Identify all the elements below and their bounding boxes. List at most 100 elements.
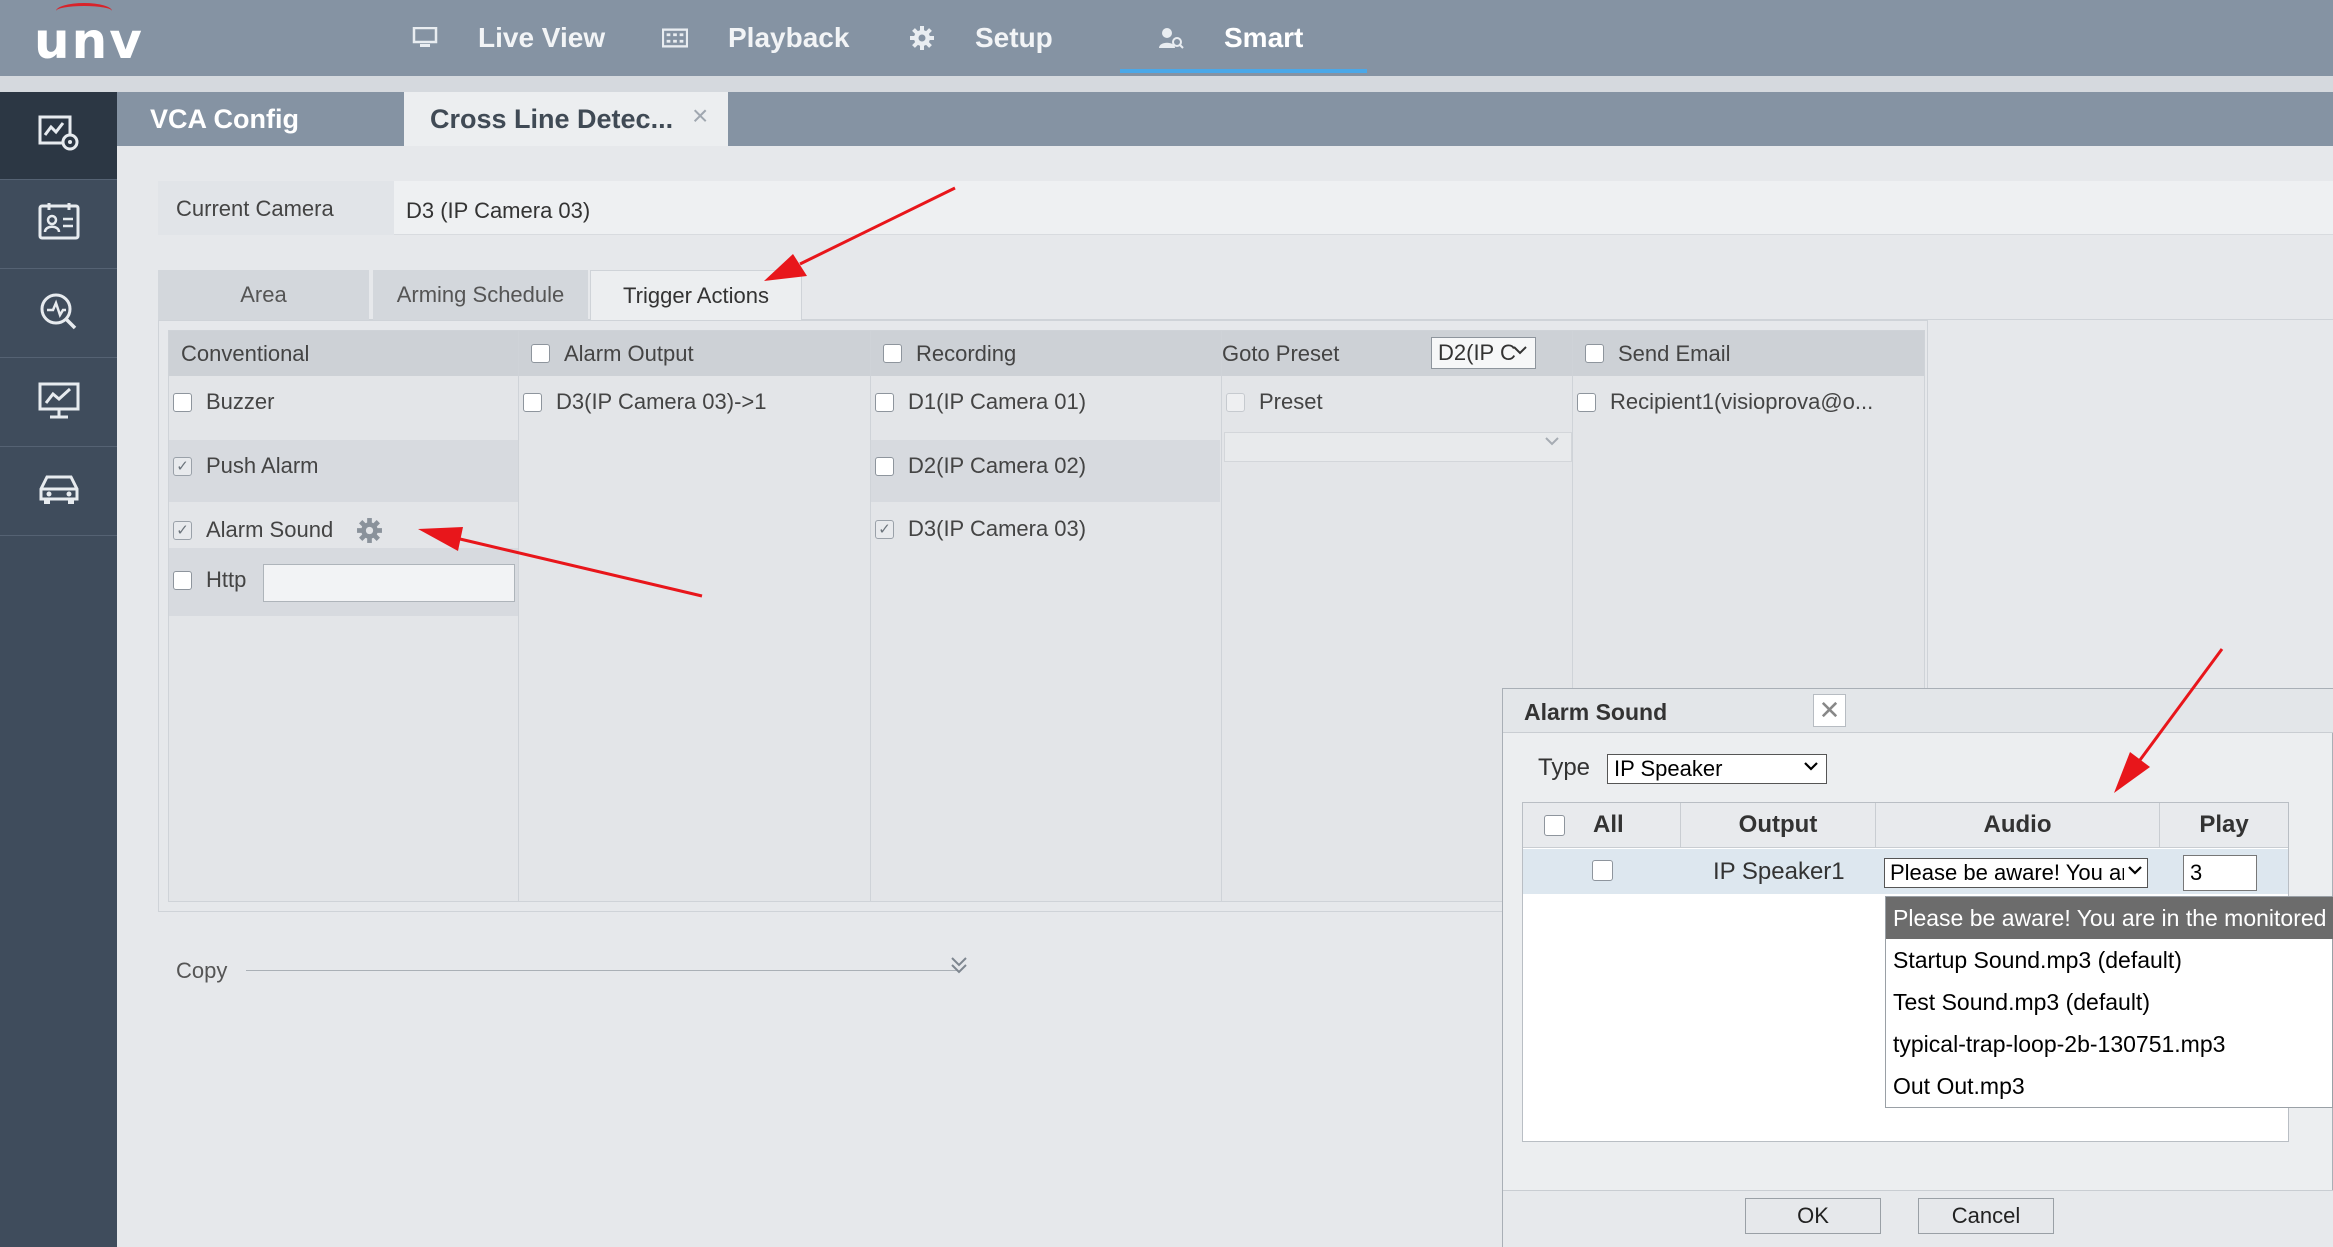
preset-option[interactable]: Preset	[1226, 387, 1323, 417]
dropdown-option[interactable]: Test Sound.mp3 (default)	[1886, 981, 2333, 1023]
conventional-header: Conventional	[169, 331, 518, 376]
current-camera-value: D3 (IP Camera 03)	[406, 198, 591, 223]
active-nav-underline	[1120, 69, 1367, 73]
close-tab-icon[interactable]: ×	[692, 100, 708, 132]
subtab-arming-schedule[interactable]: Arming Schedule	[373, 270, 588, 320]
header-audio: Audio	[1876, 803, 2160, 848]
preset-select[interactable]	[1224, 432, 1572, 462]
chevron-down-icon	[2124, 861, 2144, 884]
conventional-header-label: Conventional	[181, 340, 310, 366]
alarm-output-item[interactable]: D3(IP Camera 03)->1	[523, 387, 767, 417]
dropdown-option[interactable]: Startup Sound.mp3 (default)	[1886, 939, 2333, 981]
nav-label: Setup	[975, 22, 1053, 53]
sidebar-item-vehicle[interactable]	[0, 448, 117, 536]
cancel-button[interactable]: Cancel	[1918, 1198, 2054, 1234]
dropdown-option[interactable]: typical-trap-loop-2b-130751.mp3	[1886, 1023, 2333, 1065]
recording-d1-label: D1(IP Camera 01)	[908, 389, 1087, 414]
alarm-output-all-checkbox[interactable]	[531, 344, 550, 363]
chevron-down-icon	[1511, 341, 1529, 364]
alarm-sound-label: Alarm Sound	[206, 517, 334, 542]
sidebar-item-search-analytics[interactable]	[0, 270, 117, 358]
nav-setup[interactable]: Setup	[909, 0, 1053, 76]
dialog-close-button[interactable]: ✕	[1813, 694, 1846, 727]
preset-checkbox[interactable]	[1226, 392, 1245, 412]
alarm-sound-settings-gear-icon[interactable]	[356, 517, 383, 549]
recording-d2-label: D2(IP Camera 02)	[908, 453, 1087, 478]
speaker-row-checkbox-wrap[interactable]	[1592, 860, 1627, 886]
send-email-all-checkbox[interactable]	[1585, 344, 1604, 363]
header-divider	[0, 76, 2333, 92]
recording-item-d1[interactable]: D1(IP Camera 01)	[875, 387, 1086, 417]
speaker-row-checkbox[interactable]	[1592, 860, 1613, 881]
double-chevron-down-icon[interactable]	[948, 954, 970, 982]
type-label: Type	[1538, 754, 1591, 781]
recording-d2-checkbox[interactable]	[875, 456, 894, 476]
current-camera-label: Current Camera	[176, 196, 334, 221]
recording-header-label: Recording	[916, 340, 1017, 366]
buzzer-checkbox[interactable]	[173, 392, 192, 412]
http-option[interactable]: Http	[173, 565, 246, 595]
column-divider	[518, 330, 519, 902]
recording-d1-checkbox[interactable]	[875, 392, 894, 412]
nav-playback[interactable]: Playback	[662, 0, 849, 76]
goto-preset-header-label: Goto Preset	[1222, 340, 1340, 366]
select-all-checkbox[interactable]	[1544, 814, 1565, 836]
recording-item-d3[interactable]: D3(IP Camera 03)	[875, 514, 1086, 544]
play-count-input[interactable]: 3	[2183, 855, 2257, 891]
speaker-output-name: IP Speaker1	[1713, 858, 1845, 885]
push-alarm-label: Push Alarm	[206, 453, 319, 478]
http-url-input[interactable]	[263, 564, 515, 602]
dropdown-option[interactable]: Out Out.mp3	[1886, 1065, 2333, 1107]
header-play: Play	[2160, 803, 2288, 848]
email-recipient-item[interactable]: Recipient1(visioprova@o...	[1577, 387, 1873, 417]
audio-select[interactable]: Please be aware! You are	[1884, 858, 2148, 888]
nav-smart[interactable]: Smart	[1158, 0, 1303, 76]
recording-d3-checkbox[interactable]	[875, 519, 894, 539]
header-output: Output	[1681, 803, 1876, 848]
copy-divider	[246, 970, 958, 971]
buzzer-option[interactable]: Buzzer	[173, 387, 274, 417]
vca-config-icon	[37, 113, 81, 158]
tab-vca-config[interactable]: VCA Config	[124, 92, 404, 146]
brand-logo: unv	[34, 12, 144, 70]
nav-label: Playback	[728, 22, 850, 53]
alarm-output-header-label: Alarm Output	[564, 340, 694, 366]
push-alarm-option[interactable]: Push Alarm	[173, 451, 319, 481]
sidebar-item-chart-monitor[interactable]	[0, 359, 117, 447]
nav-label: Live View	[478, 22, 606, 53]
dropdown-option[interactable]: Please be aware! You are in the monitore…	[1886, 897, 2333, 939]
gear-icon	[909, 26, 935, 50]
sidebar-item-vca-config[interactable]	[0, 92, 117, 180]
alarm-output-header: Alarm Output	[519, 331, 870, 376]
search-analytics-icon	[37, 291, 81, 336]
recording-all-checkbox[interactable]	[883, 344, 902, 363]
header-all: All	[1523, 803, 1681, 848]
sidebar-item-face-list[interactable]	[0, 181, 117, 269]
alarm-sound-checkbox[interactable]	[173, 520, 192, 540]
subtab-trigger-actions[interactable]: Trigger Actions	[590, 270, 802, 321]
email-recipient-checkbox[interactable]	[1577, 392, 1596, 412]
vehicle-icon	[37, 469, 81, 514]
alarm-output-checkbox[interactable]	[523, 392, 542, 412]
push-alarm-checkbox[interactable]	[173, 456, 192, 476]
alarm-output-item-label: D3(IP Camera 03)->1	[556, 389, 767, 414]
chart-monitor-icon	[37, 380, 81, 425]
email-recipient-label: Recipient1(visioprova@o...	[1610, 389, 1874, 414]
recording-header: Recording	[871, 331, 1221, 376]
ok-button[interactable]: OK	[1745, 1198, 1881, 1234]
subtab-area[interactable]: Area	[158, 270, 369, 320]
column-divider	[1221, 330, 1222, 902]
recording-d3-label: D3(IP Camera 03)	[908, 516, 1087, 541]
column-divider	[870, 330, 871, 902]
http-label: Http	[206, 567, 247, 592]
nav-label: Smart	[1224, 22, 1304, 53]
preset-label: Preset	[1259, 389, 1323, 414]
tab-cross-line-detection[interactable]: Cross Line Detec...	[404, 92, 728, 146]
send-email-header: Send Email	[1573, 331, 1924, 376]
recording-item-d2[interactable]: D2(IP Camera 02)	[875, 451, 1086, 481]
alarm-sound-option[interactable]: Alarm Sound	[173, 515, 333, 545]
nav-live-view[interactable]: Live View	[412, 0, 605, 76]
send-email-header-label: Send Email	[1618, 340, 1731, 366]
type-select[interactable]: IP Speaker	[1607, 754, 1827, 784]
http-checkbox[interactable]	[173, 570, 192, 590]
